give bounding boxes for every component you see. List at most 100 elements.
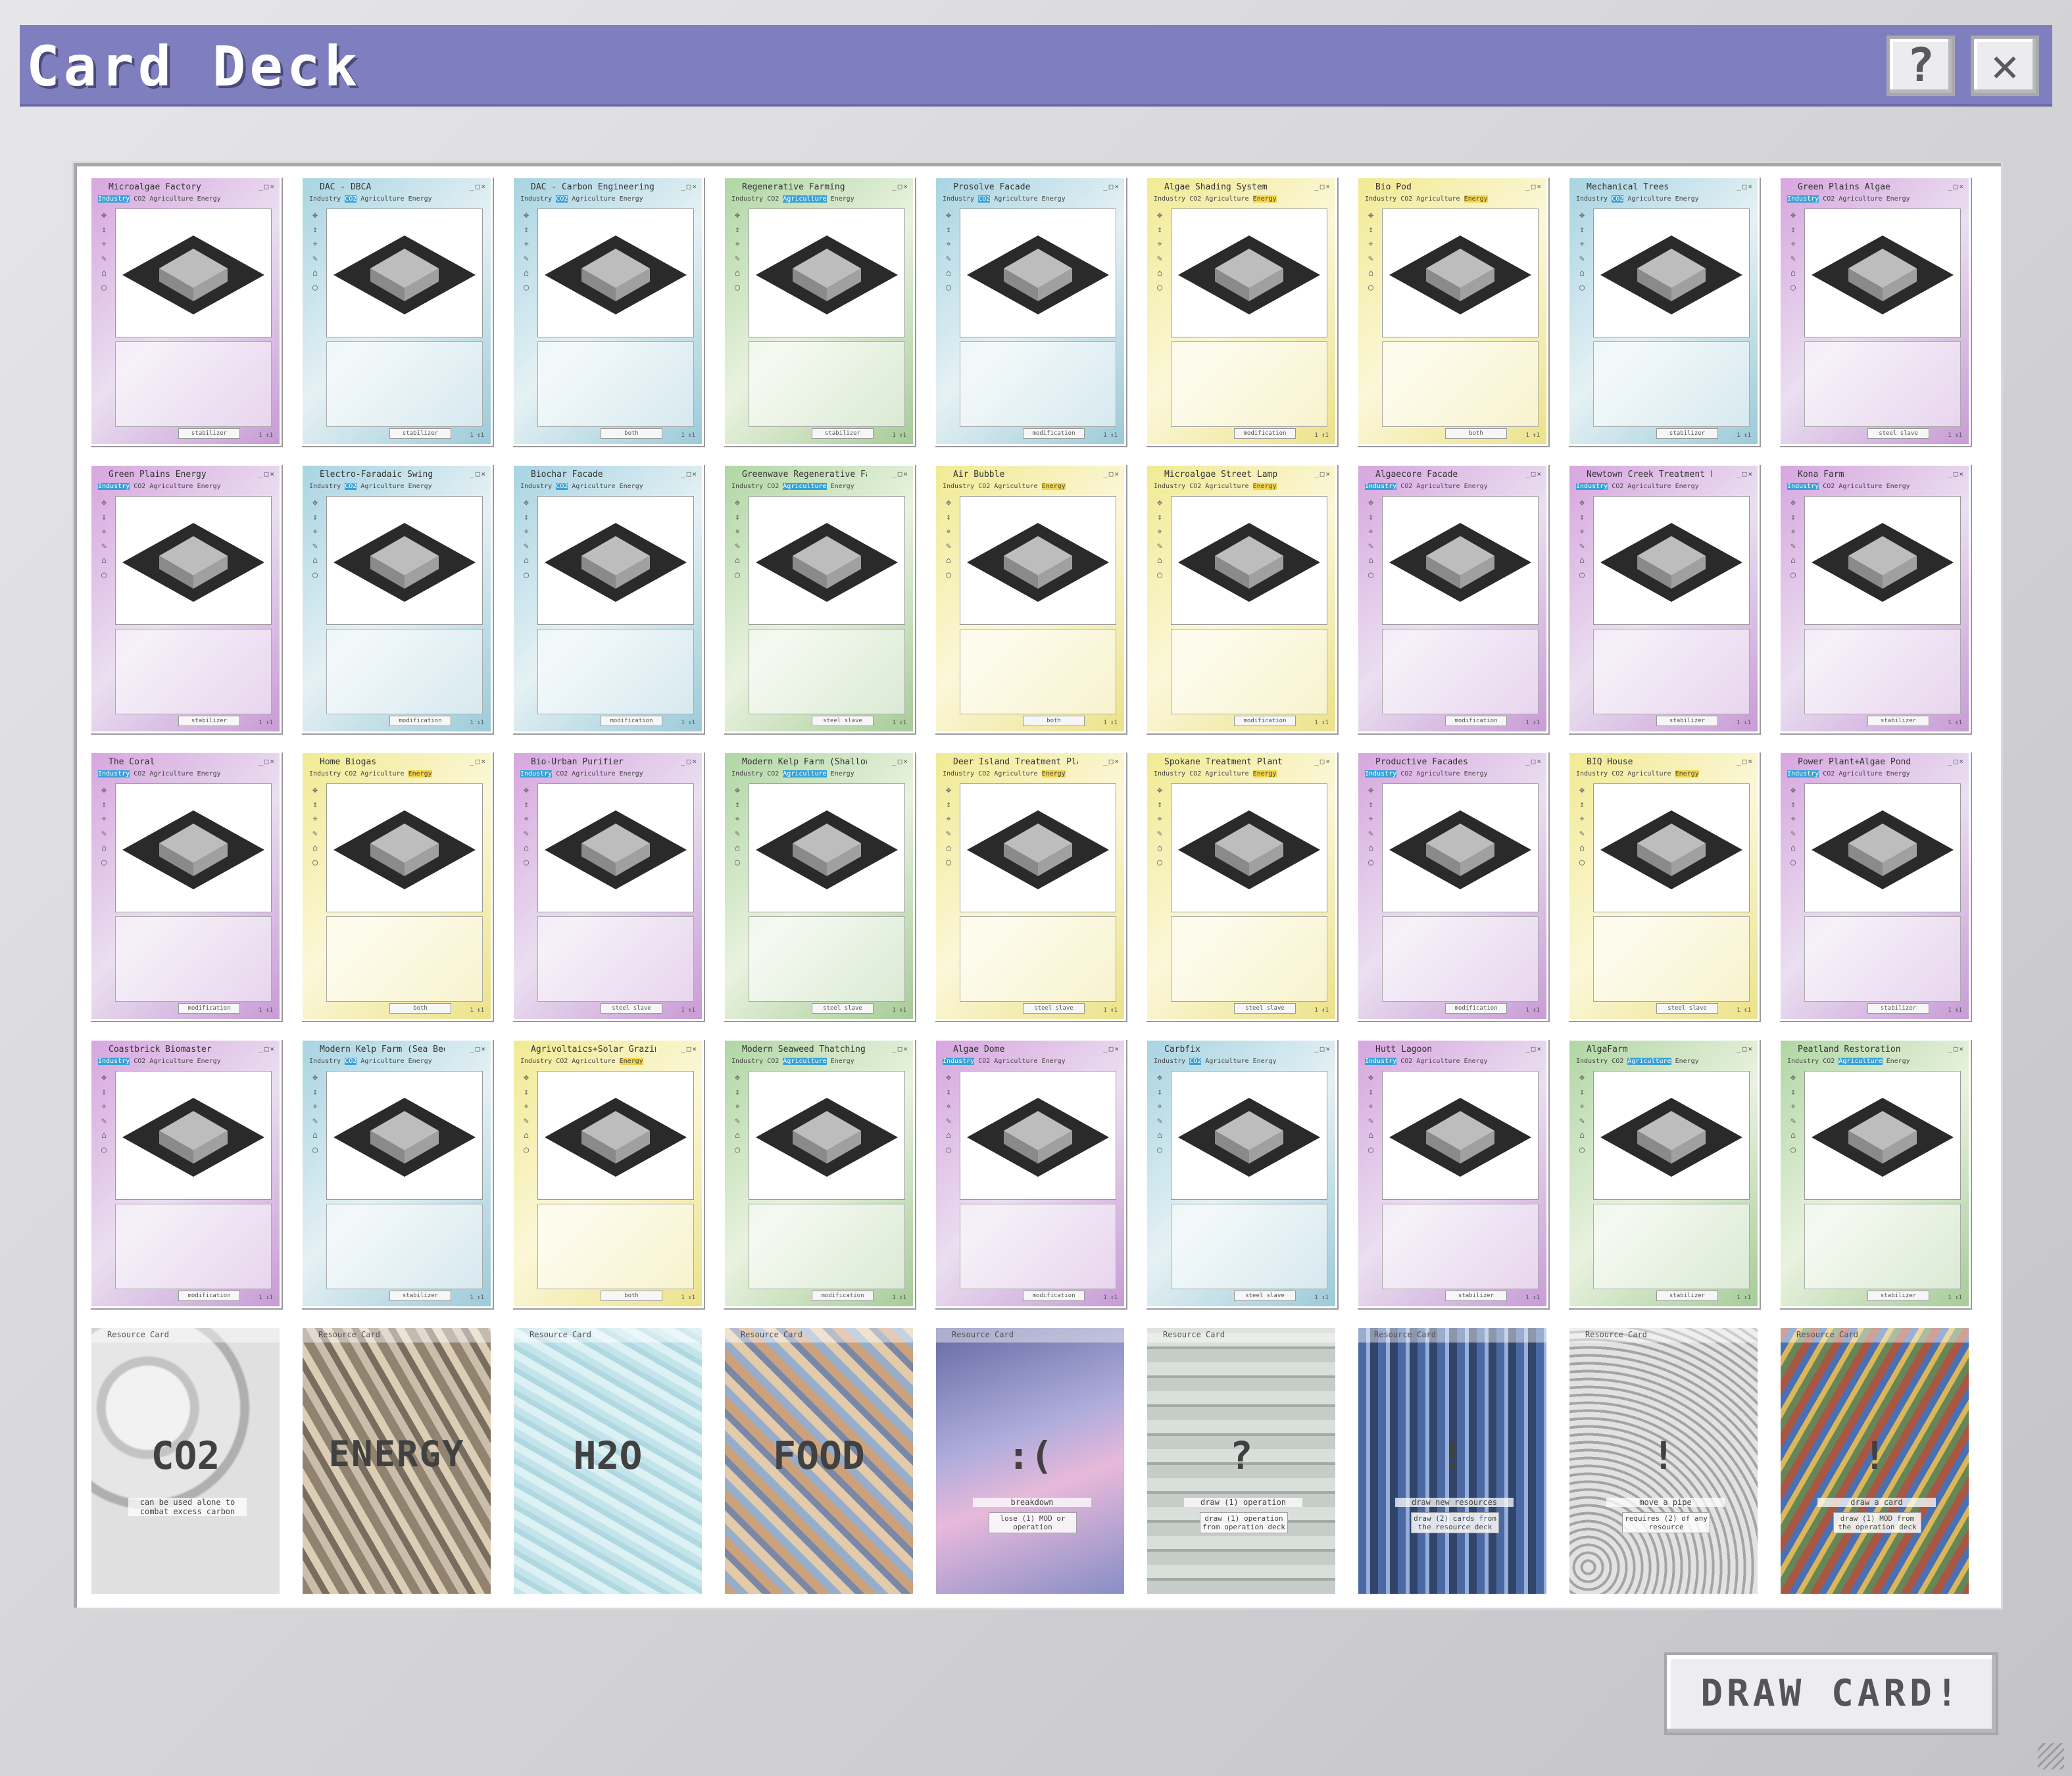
card-window-controls-icon[interactable]: _□× xyxy=(1314,757,1331,766)
card-tool-icon[interactable]: ⌂ xyxy=(97,266,111,281)
card-tool-icon[interactable]: ↕ xyxy=(308,510,322,525)
card-type-tag[interactable]: modification xyxy=(601,716,662,726)
card-type-tag[interactable]: steel slave xyxy=(812,716,874,726)
card-tool-icon[interactable]: ◯ xyxy=(519,281,533,295)
card-tool-icon[interactable]: ◯ xyxy=(941,1143,956,1158)
card-window-controls-icon[interactable]: _□× xyxy=(892,1045,909,1053)
card-tool-icon[interactable]: ✎ xyxy=(308,827,322,841)
card-tool-icon[interactable]: ⌂ xyxy=(97,554,111,568)
operation-card[interactable]: Carbfix _□× Industry CO2 Agriculture Energ… xyxy=(1145,1039,1337,1308)
card-type-tag[interactable]: stabilizer xyxy=(1867,716,1929,726)
operation-card[interactable]: Bio-Urban Purifier _□× Industry CO2 Agricu… xyxy=(512,751,704,1021)
card-type-tag[interactable]: stabilizer xyxy=(178,716,240,726)
operation-card[interactable]: The Coral _□× Industry CO2 Agriculture Ene… xyxy=(89,751,282,1021)
card-tool-icon[interactable]: ⌂ xyxy=(308,1129,322,1143)
card-tool-icon[interactable]: ◯ xyxy=(1786,281,1800,295)
operation-card[interactable]: Algaecore Facade _□× Industry CO2 Agricult… xyxy=(1356,464,1548,733)
card-tool-icon[interactable]: ✎ xyxy=(519,1114,533,1129)
card-tool-icon[interactable]: ✥ xyxy=(1575,783,1589,798)
card-tool-icon[interactable]: ✎ xyxy=(519,539,533,554)
card-tool-icon[interactable]: ⌖ xyxy=(1364,237,1378,252)
card-tool-icon[interactable]: ✎ xyxy=(97,252,111,266)
card-window-controls-icon[interactable]: _□× xyxy=(892,757,909,766)
card-window-controls-icon[interactable]: _□× xyxy=(892,182,909,191)
card-tool-icon[interactable]: ⌖ xyxy=(97,812,111,827)
card-tool-icon[interactable]: ✥ xyxy=(1152,496,1167,510)
card-tool-icon[interactable]: ↕ xyxy=(730,510,745,525)
card-tool-icon[interactable]: ⌂ xyxy=(1152,841,1167,856)
card-tool-icon[interactable]: ✥ xyxy=(1575,209,1589,223)
card-tool-icon[interactable]: ↕ xyxy=(1575,223,1589,237)
card-tool-icon[interactable]: ↕ xyxy=(308,1085,322,1100)
card-window-controls-icon[interactable]: _□× xyxy=(1737,470,1754,478)
card-tool-icon[interactable]: ↕ xyxy=(519,223,533,237)
card-tool-icon[interactable]: ⌖ xyxy=(941,812,956,827)
card-tool-icon[interactable]: ◯ xyxy=(1786,1143,1800,1158)
card-tool-icon[interactable]: ⌖ xyxy=(1364,525,1378,539)
card-tool-icon[interactable]: ⌖ xyxy=(941,1100,956,1114)
card-type-tag[interactable]: stabilizer xyxy=(1867,1291,1929,1301)
card-tool-icon[interactable]: ✥ xyxy=(308,209,322,223)
card-tool-icon[interactable]: ✥ xyxy=(1364,783,1378,798)
card-tool-icon[interactable]: ⌖ xyxy=(97,525,111,539)
card-window-controls-icon[interactable]: _□× xyxy=(470,757,487,766)
card-tool-icon[interactable]: ◯ xyxy=(1364,1143,1378,1158)
card-tool-icon[interactable]: ⌖ xyxy=(1364,812,1378,827)
card-tool-icon[interactable]: ↕ xyxy=(1152,223,1167,237)
card-tool-icon[interactable]: ✥ xyxy=(519,209,533,223)
card-tool-icon[interactable]: ⌂ xyxy=(941,841,956,856)
help-button[interactable]: ? xyxy=(1887,36,1955,96)
card-tool-icon[interactable]: ⌖ xyxy=(519,1100,533,1114)
card-tool-icon[interactable]: ⌂ xyxy=(730,554,745,568)
card-tool-icon[interactable]: ✎ xyxy=(1152,252,1167,266)
card-tool-icon[interactable]: ⌖ xyxy=(519,525,533,539)
card-tool-icon[interactable]: ⌂ xyxy=(1575,266,1589,281)
draw-card-button[interactable]: DRAW CARD! xyxy=(1664,1652,1998,1735)
card-type-tag[interactable]: steel slave xyxy=(1234,1291,1296,1301)
card-type-tag[interactable]: modification xyxy=(178,1003,240,1014)
card-tool-icon[interactable]: ⌂ xyxy=(1786,266,1800,281)
card-tool-icon[interactable]: ⌖ xyxy=(308,525,322,539)
card-tool-icon[interactable]: ✎ xyxy=(308,539,322,554)
card-tool-icon[interactable]: ◯ xyxy=(1152,856,1167,870)
card-tool-icon[interactable]: ⌂ xyxy=(1152,266,1167,281)
card-window-controls-icon[interactable]: _□× xyxy=(470,470,487,478)
card-tool-icon[interactable]: ⌂ xyxy=(519,554,533,568)
card-tool-icon[interactable]: ✥ xyxy=(1786,783,1800,798)
card-tool-icon[interactable]: ⌖ xyxy=(308,812,322,827)
card-tool-icon[interactable]: ✥ xyxy=(941,209,956,223)
card-tool-icon[interactable]: ◯ xyxy=(519,568,533,583)
operation-card[interactable]: Regenerative Farming _□× Industry CO2 Agri… xyxy=(723,176,915,446)
resource-card[interactable]: Resource Card! move a pipe requires (2) of… xyxy=(1567,1326,1760,1596)
operation-card[interactable]: Electro-Faradaic Swing _□× Industry CO2 Ag… xyxy=(301,464,493,733)
card-tool-icon[interactable]: ⌂ xyxy=(1575,841,1589,856)
operation-card[interactable]: Hutt Lagoon _□× Industry CO2 Agriculture E… xyxy=(1356,1039,1548,1308)
operation-card[interactable]: Algae Dome _□× Industry CO2 Agriculture En… xyxy=(934,1039,1126,1308)
card-tool-icon[interactable]: ↕ xyxy=(1364,223,1378,237)
card-tool-icon[interactable]: ⌂ xyxy=(730,1129,745,1143)
card-window-controls-icon[interactable]: _□× xyxy=(1314,182,1331,191)
card-tool-icon[interactable]: ⌖ xyxy=(308,237,322,252)
card-tool-icon[interactable]: ✎ xyxy=(1786,539,1800,554)
card-tool-icon[interactable]: ↕ xyxy=(1575,510,1589,525)
card-tool-icon[interactable]: ◯ xyxy=(1575,856,1589,870)
card-window-controls-icon[interactable]: _□× xyxy=(1314,470,1331,478)
card-window-controls-icon[interactable]: _□× xyxy=(681,757,698,766)
card-tool-icon[interactable]: ✥ xyxy=(730,1071,745,1085)
card-window-controls-icon[interactable]: _□× xyxy=(681,182,698,191)
card-tool-icon[interactable]: ✎ xyxy=(730,1114,745,1129)
card-type-tag[interactable]: steel slave xyxy=(812,1003,874,1014)
card-tool-icon[interactable]: ⌂ xyxy=(97,841,111,856)
card-tool-icon[interactable]: ◯ xyxy=(1575,1143,1589,1158)
card-type-tag[interactable]: modification xyxy=(178,1291,240,1301)
card-tool-icon[interactable]: ✎ xyxy=(941,539,956,554)
card-type-tag[interactable]: steel slave xyxy=(1867,428,1929,439)
card-type-tag[interactable]: steel slave xyxy=(1234,1003,1296,1014)
card-tool-icon[interactable]: ↕ xyxy=(1786,1085,1800,1100)
card-tool-icon[interactable]: ✎ xyxy=(519,827,533,841)
card-tool-icon[interactable]: ✎ xyxy=(1575,252,1589,266)
card-type-tag[interactable]: stabilizer xyxy=(389,1291,451,1301)
card-tool-icon[interactable]: ⌂ xyxy=(308,266,322,281)
card-tool-icon[interactable]: ⌂ xyxy=(730,841,745,856)
card-tool-icon[interactable]: ✎ xyxy=(1364,827,1378,841)
